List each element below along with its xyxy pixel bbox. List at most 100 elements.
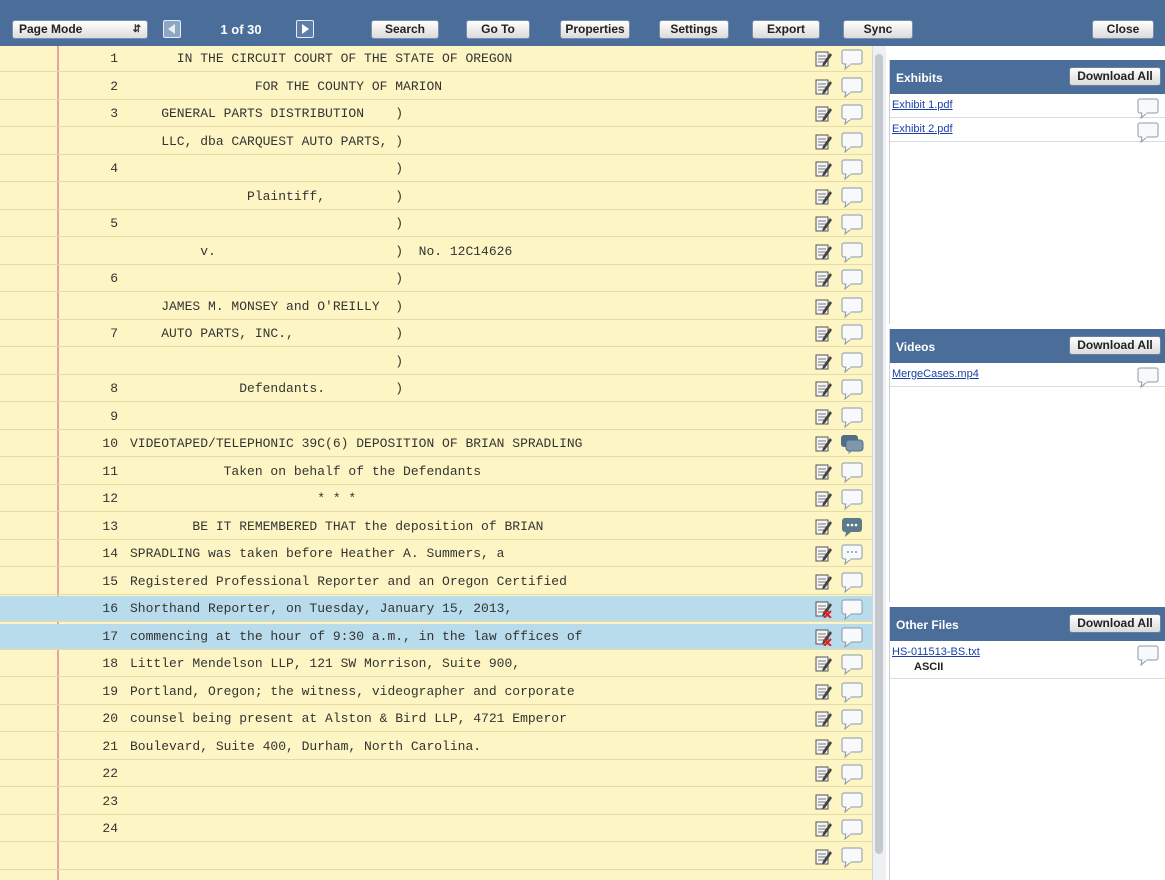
comment-icon[interactable] bbox=[840, 158, 864, 181]
edit-note-icon[interactable] bbox=[815, 105, 832, 123]
transcript-line[interactable]: 2 FOR THE COUNTY OF MARION bbox=[0, 74, 872, 100]
close-button[interactable]: Close bbox=[1092, 20, 1154, 39]
edit-note-icon[interactable] bbox=[815, 298, 832, 316]
transcript-line[interactable]: 15 Registered Professional Reporter and a… bbox=[0, 569, 872, 595]
edit-note-icon[interactable] bbox=[815, 325, 832, 343]
comment-icon[interactable] bbox=[840, 76, 864, 98]
comment-icon[interactable] bbox=[840, 846, 864, 868]
edit-note-icon[interactable] bbox=[815, 463, 832, 481]
comment-icon[interactable] bbox=[840, 378, 864, 401]
comment-icon[interactable] bbox=[840, 351, 864, 373]
sync-button[interactable]: Sync bbox=[843, 20, 913, 39]
transcript-line[interactable]: 3 GENERAL PARTS DISTRIBUTION ) bbox=[0, 101, 872, 127]
edit-note-icon[interactable] bbox=[815, 270, 832, 288]
transcript-line[interactable]: 19 Portland, Oregon; the witness, videogr… bbox=[0, 679, 872, 705]
comment-icon[interactable] bbox=[840, 488, 864, 511]
comment-icon[interactable] bbox=[840, 681, 864, 703]
transcript-line[interactable]: 14 SPRADLING was taken before Heather A. … bbox=[0, 541, 872, 567]
transcript-line[interactable]: 7 AUTO PARTS, INC., ) bbox=[0, 321, 872, 347]
other-files-download-all-button[interactable]: Download All bbox=[1069, 614, 1161, 633]
comment-icon[interactable] bbox=[840, 708, 864, 731]
edit-note-icon[interactable] bbox=[815, 683, 832, 701]
comment-icon[interactable] bbox=[840, 323, 864, 346]
comment-icon[interactable] bbox=[840, 213, 864, 236]
exhibits-download-all-button[interactable]: Download All bbox=[1069, 67, 1161, 86]
comment-icon[interactable] bbox=[1136, 644, 1159, 667]
edit-note-icon[interactable] bbox=[815, 655, 832, 673]
edit-note-icon[interactable] bbox=[815, 215, 832, 233]
edit-note-icon[interactable] bbox=[815, 50, 832, 68]
transcript-line[interactable]: 8 Defendants. ) bbox=[0, 376, 872, 402]
export-button[interactable]: Export bbox=[752, 20, 820, 39]
file-link[interactable]: HS-011513-BS.txt bbox=[892, 646, 980, 658]
comment-icon[interactable] bbox=[840, 598, 864, 621]
comment-icon[interactable] bbox=[840, 433, 864, 455]
delete-note-icon[interactable] bbox=[815, 600, 832, 619]
comment-icon[interactable] bbox=[840, 818, 864, 841]
comment-icon[interactable] bbox=[1136, 366, 1159, 389]
transcript-line[interactable]: LLC, dba CARQUEST AUTO PARTS, ) bbox=[0, 129, 872, 155]
videos-download-all-button[interactable]: Download All bbox=[1069, 336, 1161, 355]
transcript-line[interactable]: 5 ) bbox=[0, 211, 872, 237]
transcript-line[interactable]: 23 bbox=[0, 789, 872, 815]
comment-icon[interactable] bbox=[840, 406, 864, 428]
transcript-line[interactable]: 4 ) bbox=[0, 156, 872, 182]
transcript-line[interactable]: 16 Shorthand Reporter, on Tuesday, Januar… bbox=[0, 596, 872, 622]
edit-note-icon[interactable] bbox=[815, 820, 832, 838]
page-mode-select[interactable]: Page Mode ⇵ bbox=[12, 20, 148, 39]
scrollbar-thumb[interactable] bbox=[875, 54, 883, 854]
edit-note-icon[interactable] bbox=[815, 518, 832, 536]
edit-note-icon[interactable] bbox=[815, 793, 832, 811]
edit-note-icon[interactable] bbox=[815, 243, 832, 261]
transcript-line[interactable]: 13 BE IT REMEMBERED THAT the deposition … bbox=[0, 514, 872, 540]
transcript-line[interactable]: 21 Boulevard, Suite 400, Durham, North Ca… bbox=[0, 734, 872, 760]
goto-button[interactable]: Go To bbox=[466, 20, 530, 39]
transcript-line[interactable]: v. ) No. 12C14626 bbox=[0, 239, 872, 265]
file-link[interactable]: MergeCases.mp4 bbox=[892, 368, 979, 380]
comment-icon[interactable] bbox=[840, 543, 864, 566]
comment-icon[interactable] bbox=[840, 48, 864, 71]
transcript-line[interactable]: 1 IN THE CIRCUIT COURT OF THE STATE OF O… bbox=[0, 46, 872, 72]
edit-note-icon[interactable] bbox=[815, 133, 832, 151]
next-page-icon[interactable] bbox=[296, 20, 314, 38]
edit-note-icon[interactable] bbox=[815, 710, 832, 728]
previous-page-icon[interactable] bbox=[163, 20, 181, 38]
comment-icon[interactable] bbox=[840, 791, 864, 813]
edit-note-icon[interactable] bbox=[815, 188, 832, 206]
edit-note-icon[interactable] bbox=[815, 435, 832, 453]
transcript-line[interactable]: 22 bbox=[0, 761, 872, 787]
edit-note-icon[interactable] bbox=[815, 160, 832, 178]
properties-button[interactable]: Properties bbox=[560, 20, 630, 39]
edit-note-icon[interactable] bbox=[815, 380, 832, 398]
edit-note-icon[interactable] bbox=[815, 545, 832, 563]
edit-note-icon[interactable] bbox=[815, 765, 832, 783]
comment-icon[interactable] bbox=[840, 296, 864, 318]
transcript-line[interactable]: 12 * * * bbox=[0, 486, 872, 512]
transcript-line[interactable]: 9 bbox=[0, 404, 872, 430]
edit-note-icon[interactable] bbox=[815, 408, 832, 426]
transcript-line[interactable]: 6 ) bbox=[0, 266, 872, 292]
comment-icon[interactable] bbox=[840, 626, 864, 648]
transcript-line[interactable]: 20 counsel being present at Alston & Bird… bbox=[0, 706, 872, 732]
transcript-line[interactable] bbox=[0, 844, 872, 870]
comment-icon[interactable] bbox=[840, 241, 864, 263]
transcript-line[interactable]: 24 bbox=[0, 816, 872, 842]
edit-note-icon[interactable] bbox=[815, 490, 832, 508]
comment-icon[interactable] bbox=[840, 516, 864, 538]
comment-icon[interactable] bbox=[840, 103, 864, 126]
edit-note-icon[interactable] bbox=[815, 78, 832, 96]
transcript-line[interactable]: 10 VIDEOTAPED/TELEPHONIC 39C(6) DEPOSITIO… bbox=[0, 431, 872, 457]
edit-note-icon[interactable] bbox=[815, 353, 832, 371]
transcript-line[interactable]: 17 commencing at the hour of 9:30 a.m., i… bbox=[0, 623, 872, 650]
transcript-line[interactable]: Plaintiff, ) bbox=[0, 184, 872, 210]
comment-icon[interactable] bbox=[840, 268, 864, 291]
transcript-line[interactable]: 11 Taken on behalf of the Defendants bbox=[0, 459, 872, 485]
comment-icon[interactable] bbox=[1136, 97, 1159, 120]
edit-note-icon[interactable] bbox=[815, 848, 832, 866]
delete-note-icon[interactable] bbox=[815, 628, 832, 647]
comment-icon[interactable] bbox=[840, 653, 864, 676]
comment-icon[interactable] bbox=[840, 763, 864, 786]
transcript-line[interactable]: JAMES M. MONSEY and O'REILLY ) bbox=[0, 294, 872, 320]
edit-note-icon[interactable] bbox=[815, 573, 832, 591]
transcript-line[interactable]: ) bbox=[0, 349, 872, 375]
